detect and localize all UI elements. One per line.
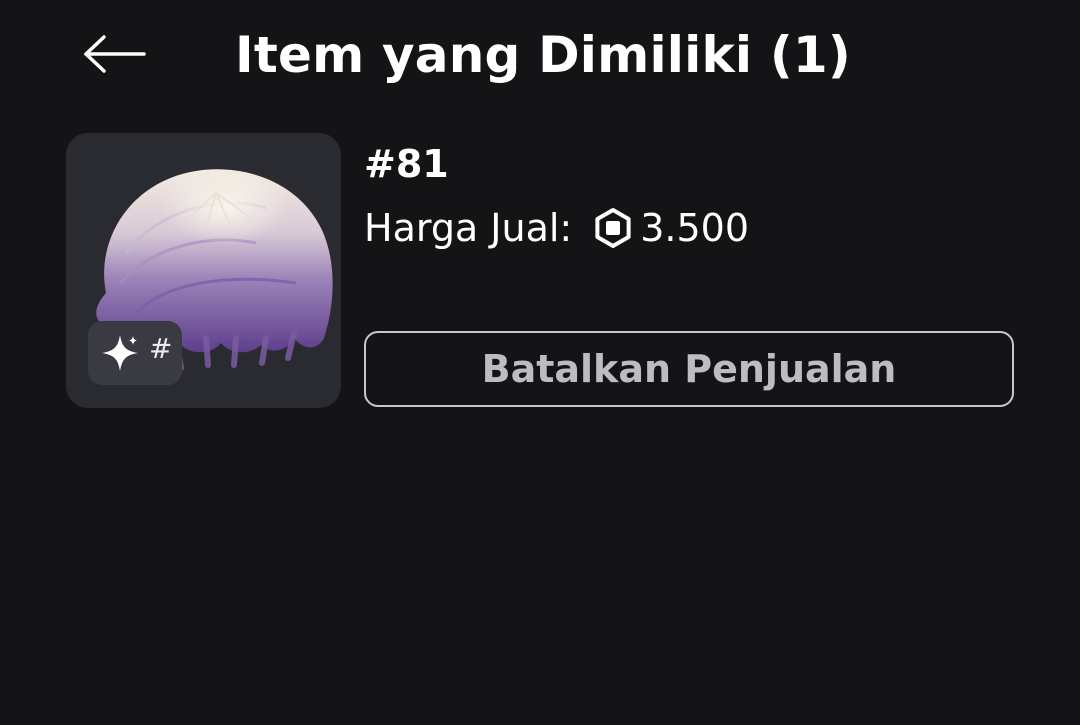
limited-serial-badge: # (88, 321, 182, 385)
sale-price: Harga Jual: 3.500 (364, 203, 749, 253)
item-thumbnail[interactable]: # (66, 133, 341, 408)
page-title: Item yang Dimiliki (1) (235, 26, 851, 84)
header: Item yang Dimiliki (1) (0, 0, 1080, 110)
owned-item-row: # #81 Harga Jual: 3.500 Batalkan Penjual… (66, 133, 1016, 409)
price-label: Harga Jual: (364, 206, 573, 250)
sparkle-icon (102, 335, 138, 371)
owned-items-page: Item yang Dimiliki (1) # #81 Harga Jual:… (0, 0, 1080, 725)
badge-hash-label: # (149, 332, 173, 365)
price-value: 3.500 (640, 206, 750, 250)
serial-number: #81 (364, 142, 449, 186)
robux-icon (595, 208, 631, 248)
cancel-sale-button[interactable]: Batalkan Penjualan (364, 331, 1014, 407)
item-details: #81 Harga Jual: 3.500 Batalkan Penjualan (364, 133, 1016, 409)
